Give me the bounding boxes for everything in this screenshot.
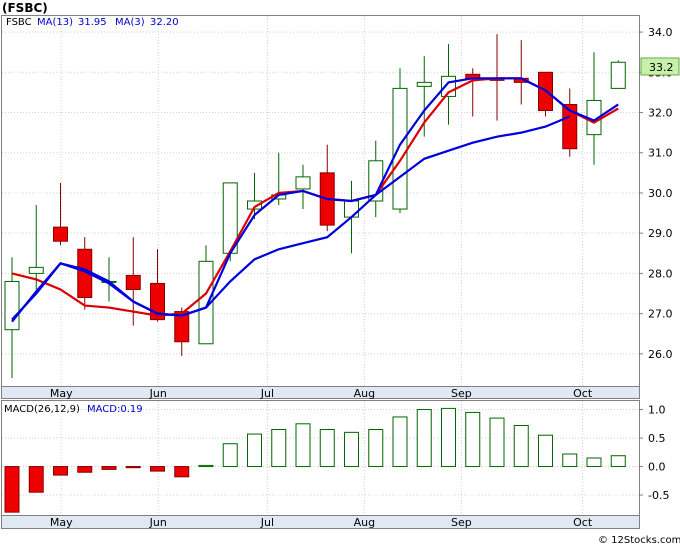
last-price-label: 33.2: [649, 61, 674, 74]
candle-body: [416, 81, 432, 87]
watermark: © 12Stocks.com: [598, 535, 680, 546]
stock-chart: 26.027.028.029.030.031.032.033.034.01.00…: [1, 1, 680, 546]
candle-body: [344, 200, 359, 218]
price-y-tick-label: 29.0: [648, 227, 673, 240]
price-y-tick-label: 26.0: [648, 348, 673, 361]
candle-body: [392, 87, 408, 210]
legend-ma3-value: 32.20: [150, 17, 179, 28]
macd-x-month-label: May: [50, 516, 73, 529]
macd-legend-label: MACD(26,12,9): [4, 404, 80, 415]
candle-body: [610, 61, 626, 89]
macd-y-tick-label: 1.0: [648, 404, 666, 417]
macd-bar: [368, 429, 384, 468]
macd-y-tick-label: -0.5: [648, 489, 669, 502]
macd-bar: [538, 434, 553, 468]
legend-ma3-label: MA(3): [115, 17, 145, 28]
candle-body: [53, 226, 68, 242]
macd-bar: [271, 429, 287, 468]
macd-bar: [513, 425, 529, 468]
price-x-month-label: May: [50, 387, 73, 400]
macd-y-tick-label: 0.5: [648, 432, 666, 445]
macd-bar: [319, 429, 335, 468]
price-y-tick-label: 32.0: [648, 107, 673, 120]
macd-bar: [586, 457, 602, 468]
chart-title: (FSBC): [2, 1, 48, 15]
macd-bar: [392, 416, 408, 468]
price-y-tick-label: 34.0: [648, 26, 673, 39]
macd-bar: [441, 407, 456, 468]
price-x-month-label: Jul: [260, 387, 274, 400]
macd-x-month-label: Jul: [260, 516, 274, 529]
macd-bar: [344, 431, 359, 468]
macd-y-tick-label: 0.0: [648, 461, 666, 474]
macd-bar: [150, 466, 165, 472]
macd-x-axis-band: [1, 515, 640, 529]
macd-bar: [174, 466, 190, 478]
macd-bar: [562, 453, 578, 468]
macd-bar: [610, 455, 626, 468]
macd-bar: [28, 466, 44, 493]
macd-bar: [295, 423, 311, 468]
macd-bar: [198, 464, 214, 468]
macd-bar: [125, 466, 141, 469]
price-x-month-label: Jun: [149, 387, 167, 400]
price-x-month-label: Sep: [451, 387, 472, 400]
macd-bar: [247, 433, 262, 468]
macd-bar: [4, 466, 20, 513]
candle-body: [125, 274, 141, 290]
macd-bar: [222, 443, 238, 468]
macd-x-month-label: Oct: [573, 516, 593, 529]
macd-bar: [77, 466, 93, 473]
price-y-tick-label: 30.0: [648, 187, 673, 200]
price-x-axis-band: [1, 386, 640, 399]
price-y-tick-label: 28.0: [648, 267, 673, 280]
macd-bar: [53, 466, 68, 476]
macd-bar: [416, 409, 432, 468]
candle-body: [295, 176, 311, 190]
price-y-tick-label: 31.0: [648, 147, 673, 160]
macd-legend-value: MACD:0.19: [87, 404, 143, 415]
legend-ma13-label: MA(13): [37, 17, 73, 28]
candle-body: [4, 280, 20, 331]
macd-x-month-label: Jun: [149, 516, 167, 529]
candle-body: [28, 266, 44, 274]
legend-symbol: FSBC: [6, 17, 32, 28]
legend-ma13-value: 31.95: [78, 17, 107, 28]
price-x-month-label: Aug: [354, 387, 375, 400]
macd-x-month-label: Sep: [451, 516, 472, 529]
macd-bar: [489, 417, 505, 468]
price-y-tick-label: 27.0: [648, 308, 673, 321]
macd-bar: [101, 466, 117, 470]
price-x-month-label: Oct: [573, 387, 593, 400]
macd-bar: [465, 411, 481, 468]
macd-x-month-label: Aug: [354, 516, 375, 529]
